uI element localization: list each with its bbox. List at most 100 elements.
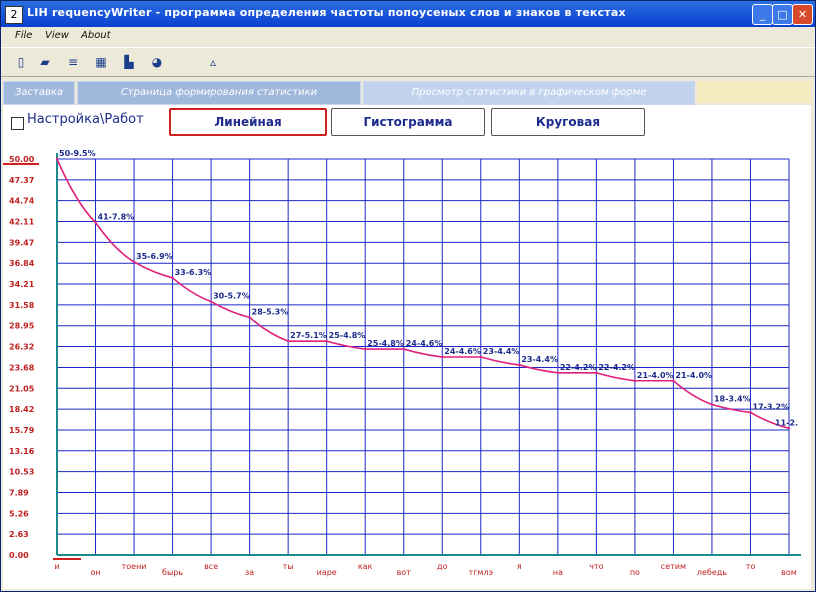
y-tick-label: 15.79 — [9, 426, 35, 435]
menu-file[interactable]: File — [15, 30, 32, 41]
data-label: 28-5.3% — [252, 307, 289, 316]
menu-bar: File View About — [1, 27, 815, 45]
y-tick-label: 44.74 — [9, 197, 35, 206]
maximize-button[interactable]: □ — [772, 4, 793, 25]
chart-grid — [56, 158, 790, 556]
settings-checkbox[interactable] — [11, 117, 24, 130]
data-point — [518, 363, 521, 367]
data-label: 35-6.9% — [136, 252, 173, 261]
text-lines-icon[interactable]: ≡ — [59, 53, 87, 71]
data-label: 27-5.1% — [290, 331, 327, 340]
data-label: 21-4.0% — [675, 371, 712, 380]
tab-strip-filler — [697, 81, 811, 103]
data-point — [595, 371, 598, 375]
data-point — [787, 427, 791, 430]
data-label: 30-5.7% — [213, 292, 250, 301]
x-tick-label: то — [746, 562, 756, 571]
y-tick-label: 47.37 — [9, 176, 34, 185]
x-tick-label: я — [517, 562, 522, 571]
data-point — [325, 339, 328, 343]
pie-chart-icon[interactable]: ◕ — [143, 53, 171, 71]
tab-statistics-page[interactable]: Страница формирования статистики — [77, 81, 361, 105]
data-point — [710, 403, 714, 406]
data-label: 22-4.2% — [598, 363, 635, 372]
tab-graphic-view[interactable]: Просмотр статистики в графическом форме — [363, 81, 695, 105]
x-tick-label: тоени — [122, 562, 147, 571]
data-point — [209, 300, 213, 303]
data-label: 25-4.8% — [367, 339, 404, 348]
settings-checkbox-label: Настройка\Работ — [27, 112, 144, 127]
y-tick-label: 5.26 — [9, 509, 29, 518]
toolbar: ▯ ▰ ≡ ▦ ▙ ◕ ▵ — [1, 47, 815, 77]
data-point — [94, 221, 97, 224]
data-label: 23-4.4% — [521, 355, 558, 364]
y-tick-label: 13.16 — [9, 447, 35, 456]
data-point — [479, 355, 482, 359]
x-tick-label: вот — [397, 568, 412, 577]
x-tick-label: до — [437, 562, 448, 571]
tab-strip: Заставка Страница формирования статистик… — [3, 81, 811, 105]
bar-chart-icon[interactable]: ▙ — [115, 53, 143, 71]
save-icon[interactable]: ▰ — [31, 53, 59, 71]
data-point — [248, 316, 251, 319]
x-tick-label: все — [204, 562, 218, 571]
x-tick-label: иаре — [317, 568, 337, 577]
data-point — [364, 347, 367, 351]
title-bar[interactable]: 2 LIH requencyWriter - программа определ… — [1, 1, 815, 27]
tab-splash[interactable]: Заставка — [3, 81, 75, 105]
y-tick-label: 42.11 — [9, 217, 35, 226]
data-point — [441, 355, 444, 359]
x-tick-label: вом — [781, 568, 797, 577]
y-tick-label: 7.89 — [9, 489, 29, 498]
y-tick-label: 39.47 — [9, 238, 34, 247]
x-tick-label: тгмлэ — [469, 568, 493, 577]
chart-labels: 50-9.5% 41-7.8% 35-6.9%33-6.3% 30-5.7%28-5.… — [59, 149, 798, 427]
table-grid-icon[interactable]: ▦ — [87, 53, 115, 71]
close-button[interactable]: ✕ — [792, 4, 813, 25]
menu-about[interactable]: About — [81, 30, 111, 41]
x-tick-label: бырь — [162, 568, 183, 577]
y-tick-label: 2.63 — [9, 530, 29, 539]
line-chart: 0.00 2.63 5.26 7.89 10.53 13.16 15.79 18.42 21.0… — [3, 149, 801, 577]
menu-view[interactable]: View — [45, 30, 69, 41]
data-label: 17-3.2% — [752, 402, 789, 411]
y-tick-label: 21.05 — [9, 384, 35, 393]
data-point — [286, 339, 290, 343]
data-point — [749, 411, 752, 414]
window-title: LIH requencyWriter - программа определен… — [27, 6, 626, 19]
y-tick-label: 0.00 — [9, 551, 29, 560]
y-tick-label: 36.84 — [9, 259, 35, 268]
data-point — [633, 379, 637, 382]
y-tick-label: 26.32 — [9, 343, 34, 352]
minimize-button[interactable]: _ — [752, 4, 773, 25]
pie-chart-button[interactable]: Круговая — [491, 108, 645, 136]
x-tick-label: что — [589, 562, 603, 571]
x-tick-label: ты — [283, 562, 294, 571]
y-tick-label: 34.21 — [9, 280, 35, 289]
x-tick-label: за — [245, 568, 254, 577]
data-point — [402, 347, 405, 351]
line-chart-button[interactable]: Линейная — [169, 108, 327, 136]
data-label: 23-4.4% — [483, 347, 520, 356]
y-tick-label: 28.95 — [9, 322, 35, 331]
data-label: 24-4.6% — [406, 339, 443, 348]
histogram-button[interactable]: Гистограмма — [331, 108, 485, 136]
y-tick-label: 50.00 — [9, 155, 35, 164]
y-tick-label: 18.42 — [9, 405, 34, 414]
y-tick-label: 23.68 — [9, 363, 35, 372]
data-label: 33-6.3% — [175, 268, 212, 277]
app-window: 2 LIH requencyWriter - программа определ… — [0, 0, 816, 592]
info-icon[interactable]: ▵ — [199, 53, 227, 71]
y-tick-label: 10.53 — [9, 468, 34, 477]
data-label: 41-7.8% — [98, 212, 135, 221]
x-tick-label: на — [553, 568, 563, 577]
data-label: 50-9.5% — [59, 149, 96, 158]
data-label: 24-4.6% — [444, 347, 481, 356]
chart-panel: Настройка\Работ Линейная Гистограмма Кру… — [3, 105, 811, 589]
data-point — [171, 276, 174, 279]
y-tick-label: 31.58 — [9, 301, 35, 310]
app-icon: 2 — [5, 6, 23, 24]
data-point — [556, 371, 560, 375]
data-label: 18-3.4% — [714, 395, 751, 404]
x-tick-label: и — [54, 562, 59, 571]
